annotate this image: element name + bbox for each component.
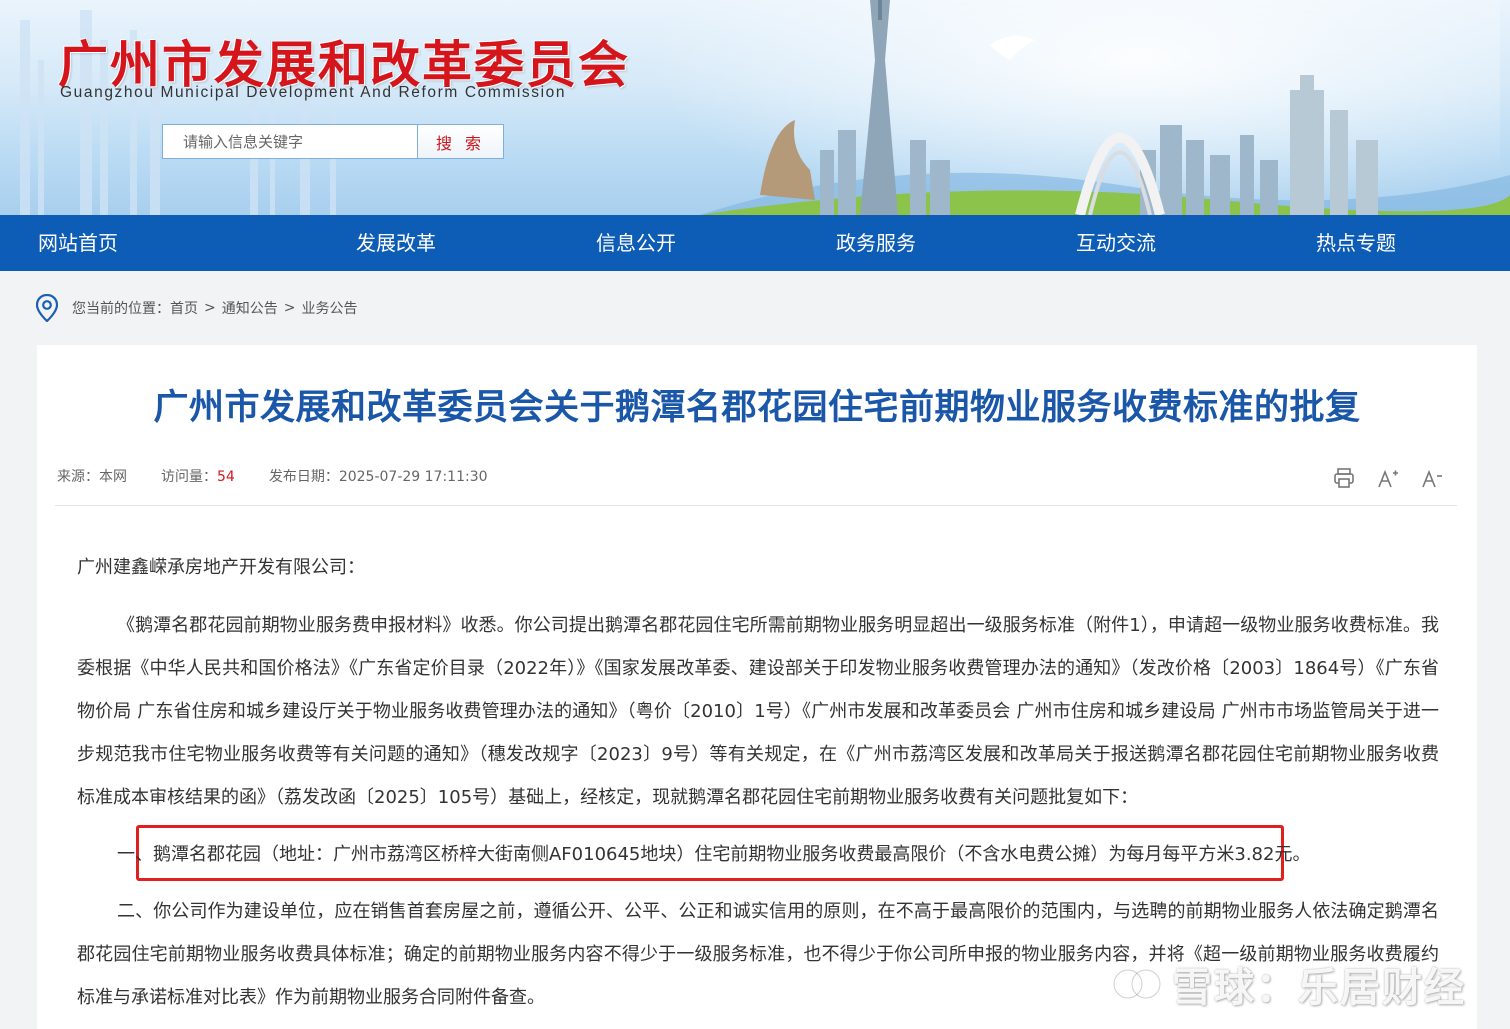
article-paragraph-2: 一、鹅潭名郡花园（地址：广州市荔湾区桥梓大街南侧AF010645地块）住宅前期物… (117, 844, 1311, 865)
site-subtitle: Guangzhou Municipal Development And Refo… (60, 84, 567, 101)
nav-item-development-reform[interactable]: 发展改革 (276, 215, 516, 271)
meta-source-value: 本网 (99, 469, 127, 485)
nav-item-hot-topics[interactable]: 热点专题 (1236, 215, 1476, 271)
breadcrumb-notices[interactable]: 通知公告 (222, 298, 278, 318)
nav-item-home[interactable]: 网站首页 (0, 215, 276, 271)
meta-source-label: 来源： (57, 469, 99, 485)
breadcrumb-business-notice[interactable]: 业务公告 (301, 298, 357, 318)
meta-date-label: 发布日期： (268, 469, 339, 485)
print-icon[interactable] (1333, 467, 1355, 489)
breadcrumb-separator: > (204, 300, 216, 316)
watermark-text: 雪球：乐居财经 (1172, 965, 1466, 1011)
font-smaller-icon[interactable] (1421, 467, 1443, 489)
article-card: 广州市发展和改革委员会关于鹅潭名郡花园住宅前期物业服务收费标准的批复 来源：本网… (37, 345, 1477, 1029)
meta-date-value: 2025-07-29 17:11:30 (338, 469, 488, 485)
watermark: 雪球：乐居财经 (1110, 955, 1466, 1013)
search-box: 搜 索 (162, 124, 504, 159)
location-pin-icon (36, 294, 58, 322)
city-skyline-illustration (700, 0, 1510, 215)
article-tools (1333, 467, 1443, 489)
meta-source: 来源：本网 (57, 466, 127, 486)
article-salutation: 广州建鑫嵘承房地产开发有限公司： (77, 557, 365, 578)
main-nav: 网站首页 发展改革 信息公开 政务服务 互动交流 热点专题 (0, 215, 1510, 271)
search-input[interactable] (163, 125, 417, 158)
article-paragraph-1: 《鹅潭名郡花园前期物业服务费申报材料》收悉。你公司提出鹅潭名郡花园住宅所需前期物… (77, 615, 1439, 808)
header-banner: 广州市发展和改革委员会 Guangzhou Municipal Developm… (0, 0, 1510, 215)
breadcrumb-home[interactable]: 首页 (170, 298, 198, 318)
meta-visits: 访问量：54 (161, 466, 235, 486)
article-title: 广州市发展和改革委员会关于鹅潭名郡花园住宅前期物业服务收费标准的批复 (153, 388, 1361, 428)
breadcrumb-separator: > (283, 300, 296, 316)
nav-item-interaction[interactable]: 互动交流 (996, 215, 1236, 271)
nav-item-gov-services[interactable]: 政务服务 (756, 215, 996, 271)
xueqiu-logo-icon (1111, 967, 1163, 1001)
breadcrumb: 您当前的位置： 首页 > 通知公告 > 业务公告 (36, 294, 357, 322)
meta-visits-count: 54 (217, 469, 235, 485)
meta-date: 发布日期：2025-07-29 17:11:30 (269, 466, 488, 486)
nav-item-info-disclosure[interactable]: 信息公开 (516, 215, 756, 271)
meta-divider (55, 505, 1457, 506)
meta-visits-label: 访问量： (161, 469, 217, 485)
breadcrumb-prefix: 您当前的位置： (72, 301, 170, 317)
article-meta: 来源：本网 访问量：54 发布日期：2025-07-29 17:11:30 (57, 466, 522, 486)
search-button[interactable]: 搜 索 (417, 125, 503, 158)
font-larger-icon[interactable] (1377, 467, 1399, 489)
